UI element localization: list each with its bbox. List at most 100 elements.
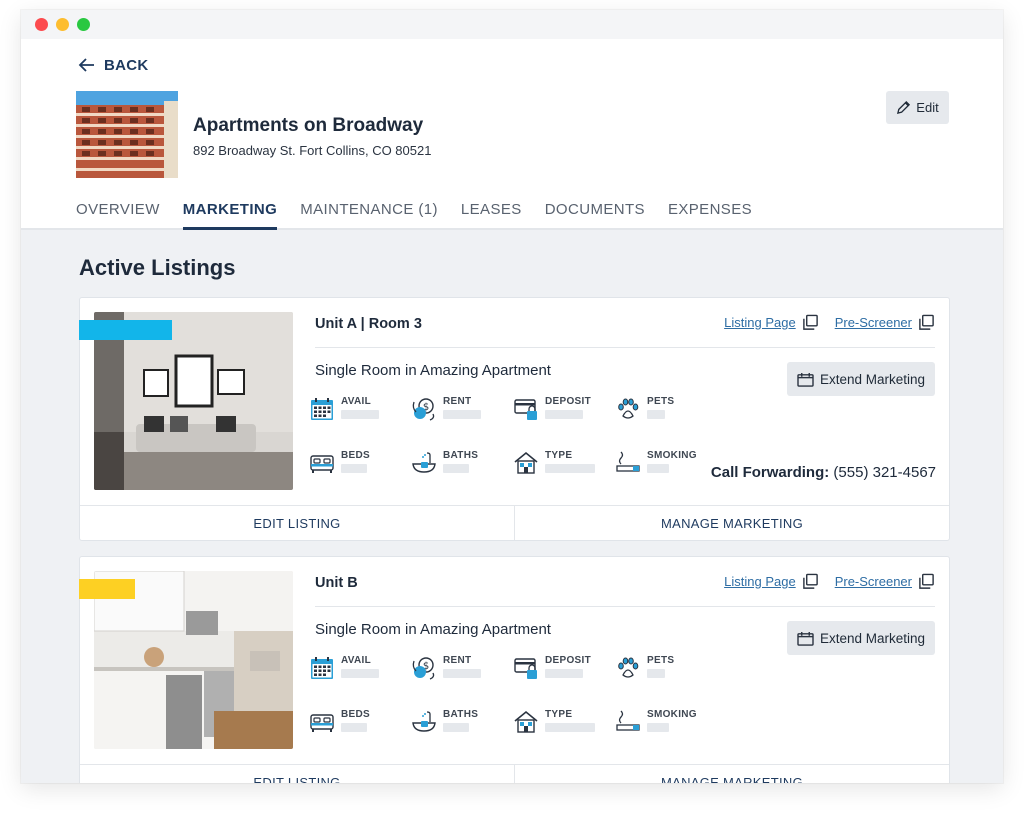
listing-page-label: Listing Page <box>724 315 796 330</box>
feature-label: DEPOSIT <box>545 396 591 407</box>
feature-pets: PETS <box>615 396 674 422</box>
copy-icon <box>918 314 935 331</box>
back-button[interactable]: BACK <box>78 56 149 74</box>
divider <box>315 606 935 607</box>
feature-label: BEDS <box>341 450 370 461</box>
feature-label: BEDS <box>341 709 370 720</box>
listing-page-label: Listing Page <box>724 574 796 589</box>
close-window-dot[interactable] <box>35 18 48 31</box>
property-tabs: OVERVIEW MARKETING MAINTENANCE (1) LEASE… <box>76 201 752 230</box>
feature-label: AVAIL <box>341 396 372 407</box>
minimize-window-dot[interactable] <box>56 18 69 31</box>
feature-deposit: DEPOSIT <box>513 396 591 422</box>
card-footer: EDIT LISTING MANAGE MARKETING <box>80 764 949 783</box>
back-label: BACK <box>104 56 149 74</box>
feature-avail: AVAIL <box>309 655 379 681</box>
copy-icon <box>802 573 819 590</box>
feature-pets: PETS <box>615 655 674 681</box>
feature-deposit: DEPOSIT <box>513 655 591 681</box>
call-forwarding: Call Forwarding: (555) 321-4567 <box>711 464 936 481</box>
prescreener-label: Pre-Screener <box>834 574 912 589</box>
bathtub-icon <box>411 709 437 735</box>
feature-label: TYPE <box>545 450 573 461</box>
listing-links: Listing Page Pre-Screener <box>724 314 935 331</box>
listing-card: Unit B Listing Page Pre-Screener Single … <box>79 556 950 783</box>
feature-label: DEPOSIT <box>545 655 591 666</box>
arrow-left-icon <box>78 58 94 72</box>
unit-name: Unit A | Room 3 <box>315 316 422 332</box>
feature-baths: BATHS <box>411 709 478 735</box>
call-forwarding-label: Call Forwarding: <box>710 464 830 481</box>
feature-label: PETS <box>647 655 675 666</box>
feature-type: TYPE <box>513 709 595 735</box>
tab-documents[interactable]: DOCUMENTS <box>545 201 645 230</box>
prescreener-label: Pre-Screener <box>834 315 912 330</box>
feature-label: RENT <box>443 396 472 407</box>
window-titlebar <box>21 10 1003 39</box>
prescreener-link[interactable]: Pre-Screener <box>835 314 935 331</box>
feature-label: BATHS <box>443 450 479 461</box>
extend-marketing-label: Extend Marketing <box>819 371 926 387</box>
copy-icon <box>918 573 935 590</box>
property-address: 892 Broadway St. Fort Collins, CO 80521 <box>193 143 432 158</box>
prescreener-link[interactable]: Pre-Screener <box>835 573 935 590</box>
feature-rent: RENT <box>411 396 481 422</box>
tab-expenses[interactable]: EXPENSES <box>668 201 752 230</box>
feature-label: TYPE <box>545 709 573 720</box>
money-icon <box>411 396 437 422</box>
paw-icon <box>615 655 641 681</box>
tab-marketing[interactable]: MARKETING <box>182 201 278 230</box>
unit-name: Unit B <box>315 575 358 591</box>
feature-smoking: SMOKING <box>615 450 697 476</box>
feature-baths: BATHS <box>411 450 478 476</box>
feature-beds: BEDS <box>309 450 370 476</box>
listing-page-link[interactable]: Listing Page <box>724 314 819 331</box>
maximize-window-dot[interactable] <box>77 18 90 31</box>
section-title: Active Listings <box>79 255 236 280</box>
feature-label: BATHS <box>443 709 479 720</box>
deposit-lock-icon <box>513 655 539 681</box>
property-name: Apartments on Broadway <box>193 115 424 136</box>
extend-marketing-label: Extend Marketing <box>819 630 926 646</box>
tab-overview[interactable]: OVERVIEW <box>76 201 160 230</box>
cigarette-icon <box>615 450 641 476</box>
bed-icon <box>309 450 335 476</box>
house-icon <box>513 450 539 476</box>
extend-marketing-button[interactable]: Extend Marketing <box>787 621 935 655</box>
deposit-lock-icon <box>513 396 539 422</box>
status-badge <box>79 579 135 599</box>
listing-title: Single Room in Amazing Apartment <box>315 621 551 638</box>
extend-marketing-button[interactable]: Extend Marketing <box>787 362 935 396</box>
edit-listing-button[interactable]: EDIT LISTING <box>80 506 514 540</box>
feature-beds: BEDS <box>309 709 370 735</box>
property-thumbnail <box>76 91 178 178</box>
pencil-icon <box>897 100 911 115</box>
divider <box>315 347 935 348</box>
call-forwarding-number: (555) 321-4567 <box>833 464 936 481</box>
manage-marketing-button[interactable]: MANAGE MARKETING <box>514 506 949 540</box>
calendar-icon <box>309 655 335 681</box>
listing-links: Listing Page Pre-Screener <box>724 573 935 590</box>
tab-leases[interactable]: LEASES <box>461 201 522 230</box>
feature-avail: AVAIL <box>309 396 379 422</box>
house-icon <box>513 709 539 735</box>
edit-listing-button[interactable]: EDIT LISTING <box>80 765 514 784</box>
tab-maintenance[interactable]: MAINTENANCE (1) <box>300 201 438 230</box>
bathtub-icon <box>411 450 437 476</box>
feature-label: SMOKING <box>647 709 697 720</box>
property-header: BACK Apartments on Broadway 892 Broadway… <box>21 39 1003 230</box>
manage-marketing-button[interactable]: MANAGE MARKETING <box>514 765 949 783</box>
copy-icon <box>802 314 819 331</box>
feature-label: AVAIL <box>341 655 372 666</box>
card-footer: EDIT LISTING MANAGE MARKETING <box>80 505 949 540</box>
status-badge <box>79 320 172 340</box>
bed-icon <box>309 709 335 735</box>
edit-label: Edit <box>916 100 939 115</box>
listing-page-link[interactable]: Listing Page <box>724 573 819 590</box>
feature-rent: RENT <box>411 655 481 681</box>
listing-title: Single Room in Amazing Apartment <box>315 362 551 379</box>
calendar-extend-icon <box>797 631 814 646</box>
edit-property-button[interactable]: Edit <box>886 91 949 124</box>
browser-window: BACK Apartments on Broadway 892 Broadway… <box>21 10 1003 783</box>
money-icon <box>411 655 437 681</box>
